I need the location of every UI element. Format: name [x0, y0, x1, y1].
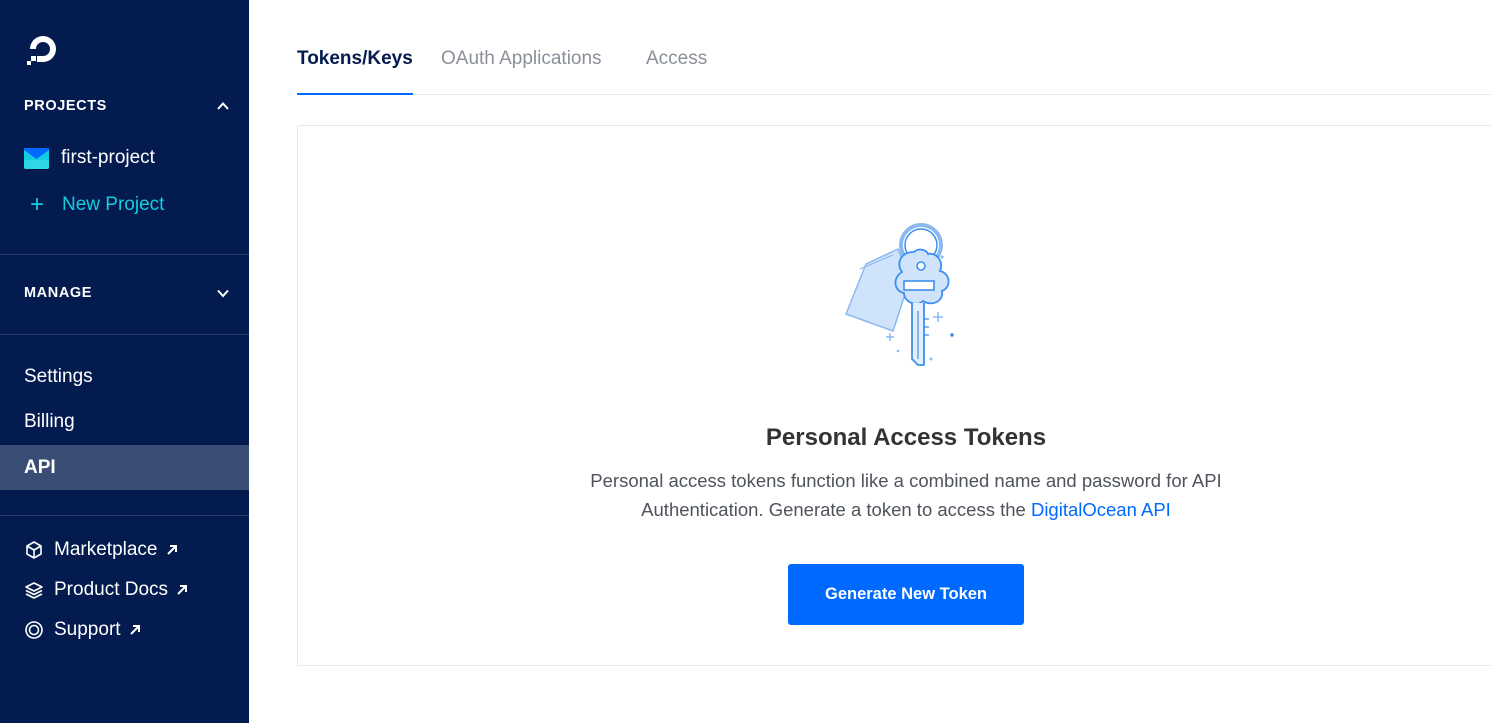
project-item-first-project[interactable]: first-project: [24, 143, 155, 173]
product-docs-link[interactable]: Product Docs: [24, 575, 188, 605]
card-title: Personal Access Tokens: [765, 424, 1047, 451]
sidebar-item-settings[interactable]: Settings: [0, 354, 249, 399]
sidebar-item-label: API: [24, 456, 56, 478]
new-project-button[interactable]: + New Project: [24, 190, 164, 220]
tab-bar: Tokens/Keys OAuth Applications Access: [297, 0, 1491, 95]
sidebar-item-billing[interactable]: Billing: [0, 399, 249, 444]
sidebar-divider: [0, 334, 249, 335]
sidebar-divider: [0, 515, 249, 516]
cube-icon: [26, 541, 42, 559]
project-folder-icon: [24, 147, 49, 169]
chevron-down-icon: [217, 289, 229, 298]
description-line-2: Authentication. Generate a token to acce…: [641, 499, 1026, 520]
digitalocean-logo-icon[interactable]: [23, 29, 63, 69]
tab-oauth-applications[interactable]: OAuth Applications: [441, 48, 602, 95]
external-arrow-icon: [166, 545, 177, 555]
new-project-label: New Project: [62, 194, 165, 215]
layers-icon: [25, 582, 43, 599]
sidebar-item-label: Settings: [24, 365, 93, 387]
support-label: Support: [54, 619, 121, 640]
external-arrow-icon: [177, 585, 188, 595]
lifebuoy-icon: [25, 621, 43, 639]
sidebar-divider: [0, 254, 249, 255]
manage-section-toggle[interactable]: MANAGE: [24, 281, 231, 305]
marketplace-link[interactable]: Marketplace: [24, 535, 178, 565]
sidebar: PROJECTS first-project + New Project MAN…: [0, 0, 249, 723]
chevron-up-icon: [217, 102, 229, 110]
product-docs-label: Product Docs: [54, 579, 169, 600]
projects-header: PROJECTS: [24, 98, 107, 114]
marketplace-label: Marketplace: [54, 539, 158, 560]
plus-icon: +: [29, 191, 44, 218]
sidebar-item-api[interactable]: API: [0, 445, 249, 490]
external-arrow-icon: [129, 625, 140, 635]
generate-new-token-button[interactable]: Generate New Token: [788, 564, 1024, 625]
projects-section-toggle[interactable]: PROJECTS: [24, 94, 231, 118]
sidebar-item-label: Billing: [24, 410, 75, 432]
tab-access[interactable]: Access: [646, 48, 707, 95]
digitalocean-api-link[interactable]: DigitalOcean API: [1031, 499, 1171, 520]
support-link[interactable]: Support: [24, 615, 141, 645]
personal-access-tokens-card: Personal Access Tokens Personal access t…: [297, 125, 1491, 666]
card-description: Personal access tokens function like a c…: [558, 466, 1254, 524]
key-illustration-icon: [845, 223, 954, 366]
tab-tokens-keys[interactable]: Tokens/Keys: [297, 48, 413, 95]
project-label: first-project: [61, 147, 155, 168]
manage-header: MANAGE: [24, 285, 93, 301]
description-line-1: Personal access tokens function like a c…: [590, 470, 1222, 491]
